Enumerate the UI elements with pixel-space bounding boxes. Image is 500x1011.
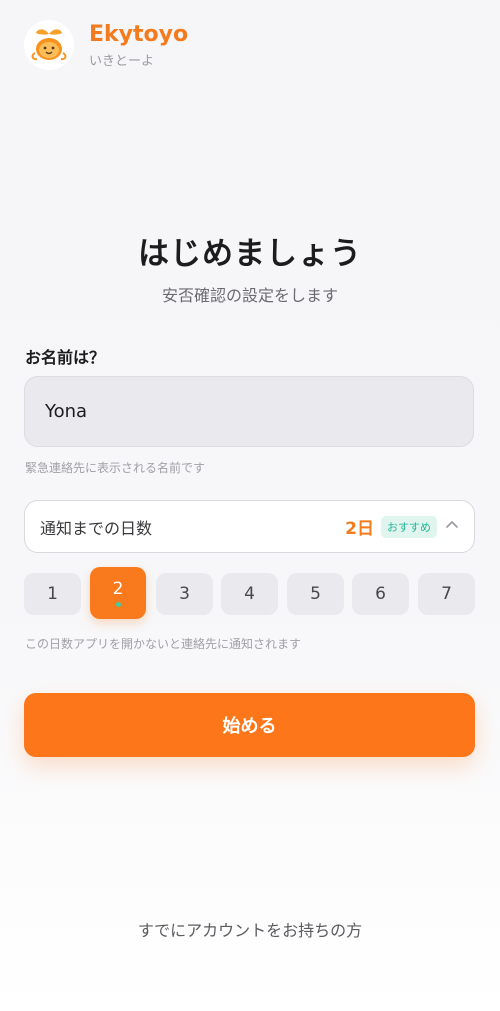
start-button[interactable]: 始める <box>24 693 475 757</box>
login-link[interactable]: すでにアカウントをお持ちの方 <box>0 917 500 941</box>
day-option-3[interactable]: 3 <box>156 573 213 615</box>
day-option-5[interactable]: 5 <box>287 573 344 615</box>
name-hint: 緊急連絡先に表示される名前です <box>25 461 206 475</box>
days-value: 2日 <box>345 519 374 539</box>
brand-header: Ekytoyo いきとーよ <box>24 20 188 70</box>
name-input[interactable] <box>24 376 474 447</box>
recommended-badge: おすすめ <box>381 515 437 538</box>
brand-name: Ekytoyo <box>89 21 189 47</box>
page-subtitle: 安否確認の設定をします <box>161 286 338 305</box>
day-option-6[interactable]: 6 <box>352 573 409 615</box>
day-option-7[interactable]: 7 <box>418 573 475 615</box>
days-select[interactable]: 通知までの日数 2日 おすすめ <box>24 500 475 553</box>
chevron-up-icon[interactable] <box>444 517 460 537</box>
page-title: はじめましょう <box>138 236 362 272</box>
day-option-1[interactable]: 1 <box>24 573 81 615</box>
brand-subtitle: いきとーよ <box>89 53 155 69</box>
selected-dot <box>115 602 121 607</box>
name-label: お名前は？ <box>25 348 106 367</box>
day-options: 1 2 3 4 5 6 7 <box>24 567 475 619</box>
day-option-2[interactable]: 2 <box>90 567 146 619</box>
orange-mascot-icon <box>24 20 74 70</box>
day-option-4[interactable]: 4 <box>221 573 278 615</box>
days-hint: この日数アプリを開かないと連絡先に通知されます <box>25 637 302 651</box>
days-label: 通知までの日数 <box>40 518 153 538</box>
